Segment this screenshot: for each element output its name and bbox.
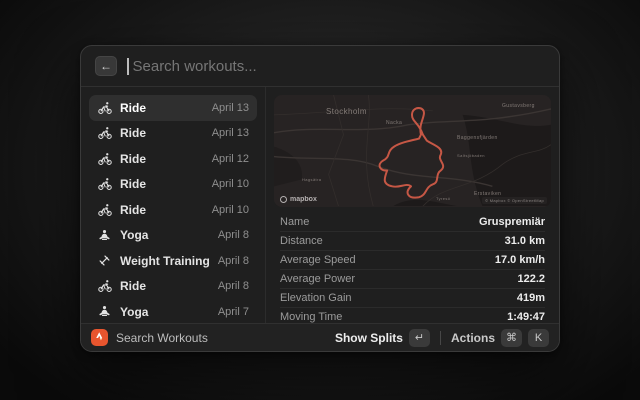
actions-button[interactable]: Actions ⌘ K <box>451 329 549 347</box>
stat-label: Distance <box>280 235 323 247</box>
stat-value: 31.0 km <box>505 235 545 247</box>
workout-title: Weight Training <box>120 254 210 268</box>
back-arrow-icon: ← <box>100 59 112 73</box>
palette-body: Ride April 13 Ride April 13 Ride April 1… <box>81 87 559 323</box>
back-button[interactable]: ← <box>95 56 117 76</box>
stat-label: Average Power <box>280 273 355 285</box>
stat-label: Average Speed <box>280 254 356 266</box>
show-splits-button[interactable]: Show Splits ↵ <box>335 329 430 347</box>
map-place-label: Tyresö <box>436 196 450 201</box>
search-input[interactable] <box>133 58 546 75</box>
route-map: Stockholm Nacka Gustavsberg Baggensfjärden S… <box>274 95 551 207</box>
mapbox-icon <box>280 196 287 203</box>
workout-title: Ride <box>120 279 210 293</box>
map-place-label: Nacka <box>386 120 402 126</box>
stat-value: 1:49:47 <box>507 311 545 323</box>
desktop: { "search": { "placeholder": "Search wor… <box>0 0 640 400</box>
bike-icon <box>97 100 112 115</box>
workout-list[interactable]: Ride April 13 Ride April 13 Ride April 1… <box>81 87 266 323</box>
workout-date: April 12 <box>212 153 249 165</box>
workout-title: Yoga <box>120 228 210 242</box>
text-caret <box>127 58 129 75</box>
map-place-label: Gustavsberg <box>502 103 535 109</box>
workout-row[interactable]: Ride April 10 <box>89 172 257 198</box>
k-key-icon: K <box>528 329 549 347</box>
stat-value: 17.0 km/h <box>495 254 545 266</box>
map-attribution[interactable]: © Mapbox © OpenStreetMap <box>482 197 547 204</box>
workout-date: April 10 <box>212 178 249 190</box>
workout-row[interactable]: Yoga April 8 <box>89 223 257 249</box>
bike-icon <box>97 177 112 192</box>
footer-divider <box>440 331 441 345</box>
stat-row: Average Power 122.2 <box>280 270 545 289</box>
workout-title: Ride <box>120 126 204 140</box>
bike-icon <box>97 202 112 217</box>
workout-row[interactable]: Yoga April 7 <box>89 299 257 323</box>
cmd-key-icon: ⌘ <box>501 329 522 347</box>
stat-value: Gruspremiär <box>479 216 545 228</box>
detail-panel: Stockholm Nacka Gustavsberg Baggensfjärden S… <box>266 87 559 323</box>
map-canvas <box>274 95 551 206</box>
workout-title: Yoga <box>120 305 210 319</box>
workout-title: Ride <box>120 177 204 191</box>
enter-key-icon: ↵ <box>409 329 430 347</box>
bike-icon <box>97 279 112 294</box>
workout-title: Ride <box>120 152 204 166</box>
stat-row: Elevation Gain 419m <box>280 289 545 308</box>
workout-title: Ride <box>120 101 204 115</box>
map-place-label: Hagsätra <box>302 177 321 182</box>
map-place-label: Baggensfjärden <box>457 135 498 141</box>
status-bar: Search Workouts Show Splits ↵ Actions ⌘ … <box>81 323 559 351</box>
stat-label: Name <box>280 216 309 228</box>
stat-value: 419m <box>517 292 545 304</box>
workout-stats: Name Gruspremiär Distance 31.0 km Averag… <box>266 213 559 323</box>
workout-row[interactable]: Ride April 10 <box>89 197 257 223</box>
bike-icon <box>97 126 112 141</box>
yoga-icon <box>97 228 112 243</box>
workout-date: April 13 <box>212 102 249 114</box>
workout-row[interactable]: Weight Training April 8 <box>89 248 257 274</box>
workout-row[interactable]: Ride April 8 <box>89 274 257 300</box>
command-palette-window: ← Ride April 13 Ride April 13 Ride April… <box>80 45 560 352</box>
workout-title: Ride <box>120 203 204 217</box>
stat-row: Name Gruspremiär <box>280 213 545 232</box>
search-bar: ← <box>81 46 559 87</box>
workout-row[interactable]: Ride April 13 <box>89 121 257 147</box>
workout-date: April 8 <box>218 280 249 292</box>
workout-date: April 8 <box>218 229 249 241</box>
stat-row: Moving Time 1:49:47 <box>280 308 545 323</box>
map-place-label: Stockholm <box>326 107 367 116</box>
workout-row[interactable]: Ride April 12 <box>89 146 257 172</box>
stat-value: 122.2 <box>517 273 545 285</box>
mapbox-logo[interactable]: mapbox <box>280 196 317 203</box>
strava-icon <box>91 329 108 346</box>
weight-icon <box>97 253 112 268</box>
extension-title: Search Workouts <box>116 331 208 345</box>
workout-date: April 8 <box>218 255 249 267</box>
stat-label: Elevation Gain <box>280 292 352 304</box>
map-place-label: Saltsjöbaden <box>457 153 485 158</box>
workout-date: April 13 <box>212 127 249 139</box>
workout-row[interactable]: Ride April 13 <box>89 95 257 121</box>
workout-date: April 10 <box>212 204 249 216</box>
yoga-icon <box>97 304 112 319</box>
bike-icon <box>97 151 112 166</box>
stat-row: Distance 31.0 km <box>280 232 545 251</box>
stat-row: Average Speed 17.0 km/h <box>280 251 545 270</box>
stat-label: Moving Time <box>280 311 342 323</box>
workout-date: April 7 <box>218 306 249 318</box>
